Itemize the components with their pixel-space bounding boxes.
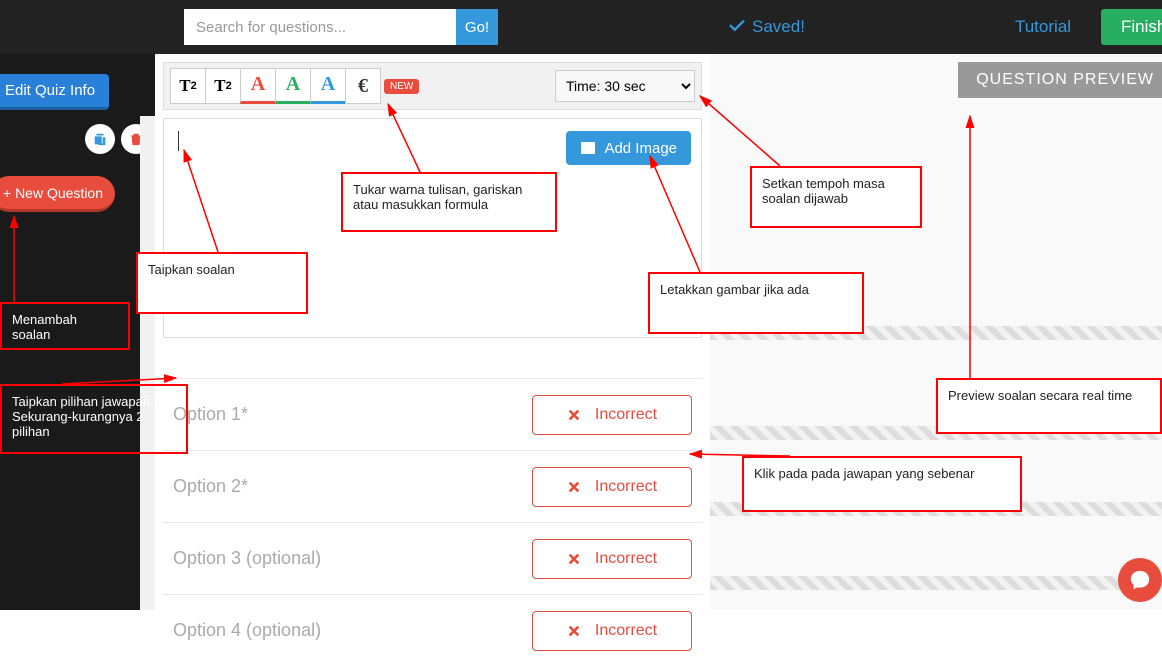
x-icon: [567, 480, 581, 494]
image-icon: [580, 140, 596, 156]
annotation-box: Letakkan gambar jika ada: [648, 272, 864, 334]
check-icon: [728, 18, 746, 36]
mark-answer-button-4[interactable]: Incorrect: [532, 611, 692, 651]
tutorial-link[interactable]: Tutorial: [1015, 17, 1071, 37]
annotation-box: Setkan tempoh masa soalan dijawab: [750, 166, 922, 228]
x-icon: [567, 552, 581, 566]
copy-question-button[interactable]: [85, 124, 115, 154]
time-select[interactable]: Time: 30 sec: [555, 70, 695, 102]
superscript-button[interactable]: T2: [170, 68, 206, 104]
options-list: Incorrect Incorrect Incorrect: [163, 378, 702, 666]
annotation-box: Preview soalan secara real time: [936, 378, 1162, 434]
chat-button[interactable]: [1118, 558, 1162, 602]
search-wrap: Go!: [184, 9, 498, 45]
annotation-box: Tukar warna tulisan, gariskan atau masuk…: [341, 172, 557, 232]
x-icon: [567, 408, 581, 422]
preview-title: QUESTION PREVIEW: [958, 62, 1162, 98]
option-row: Incorrect: [163, 594, 702, 666]
annotation-box: Menambah soalan: [0, 302, 130, 350]
preview-stripe: [710, 576, 1162, 590]
text-color-red-button[interactable]: A: [240, 68, 276, 104]
editor-panel: T2 T2 A A A € NEW Time: 30 sec Add Image: [155, 54, 710, 610]
saved-label: Saved!: [752, 17, 805, 37]
option-input-3[interactable]: [173, 542, 532, 575]
annotation-box: Klik pada pada jawapan yang sebenar: [742, 456, 1022, 512]
finish-button[interactable]: Finish: [1101, 9, 1162, 45]
add-image-button[interactable]: Add Image: [566, 131, 691, 165]
edit-quiz-info-button[interactable]: Edit Quiz Info: [0, 74, 109, 110]
mark-answer-button-2[interactable]: Incorrect: [532, 467, 692, 507]
mark-answer-button-1[interactable]: Incorrect: [532, 395, 692, 435]
option-row: Incorrect: [163, 378, 702, 450]
option-input-4[interactable]: [173, 614, 532, 647]
sidebar-divider: [140, 116, 155, 610]
new-question-button[interactable]: + New Question: [0, 176, 115, 212]
x-icon: [567, 624, 581, 638]
add-image-label: Add Image: [604, 140, 677, 157]
chat-icon: [1129, 569, 1151, 591]
text-color-blue-button[interactable]: A: [310, 68, 346, 104]
mark-answer-button-3[interactable]: Incorrect: [532, 539, 692, 579]
annotation-box: Taipkan soalan: [136, 252, 308, 314]
subscript-button[interactable]: T2: [205, 68, 241, 104]
main-row: Edit Quiz Info + New Question T2 T2 A A …: [0, 54, 1162, 610]
text-cursor: [178, 131, 179, 151]
option-row: Incorrect: [163, 450, 702, 522]
copy-icon: [93, 132, 107, 146]
search-go-button[interactable]: Go!: [456, 9, 498, 45]
top-bar: Go! Saved! Tutorial Finish: [0, 0, 1162, 54]
toolbar: T2 T2 A A A € NEW Time: 30 sec: [163, 62, 702, 110]
option-input-2[interactable]: [173, 470, 532, 503]
search-input[interactable]: [184, 9, 456, 45]
new-badge: NEW: [384, 79, 419, 94]
saved-indicator: Saved!: [728, 17, 805, 37]
text-color-green-button[interactable]: A: [275, 68, 311, 104]
annotation-box: Taipkan pilihan jawapan. Sekurang-kurang…: [0, 384, 188, 454]
option-input-1[interactable]: [173, 398, 532, 431]
formula-button[interactable]: €: [345, 68, 381, 104]
option-row: Incorrect: [163, 522, 702, 594]
